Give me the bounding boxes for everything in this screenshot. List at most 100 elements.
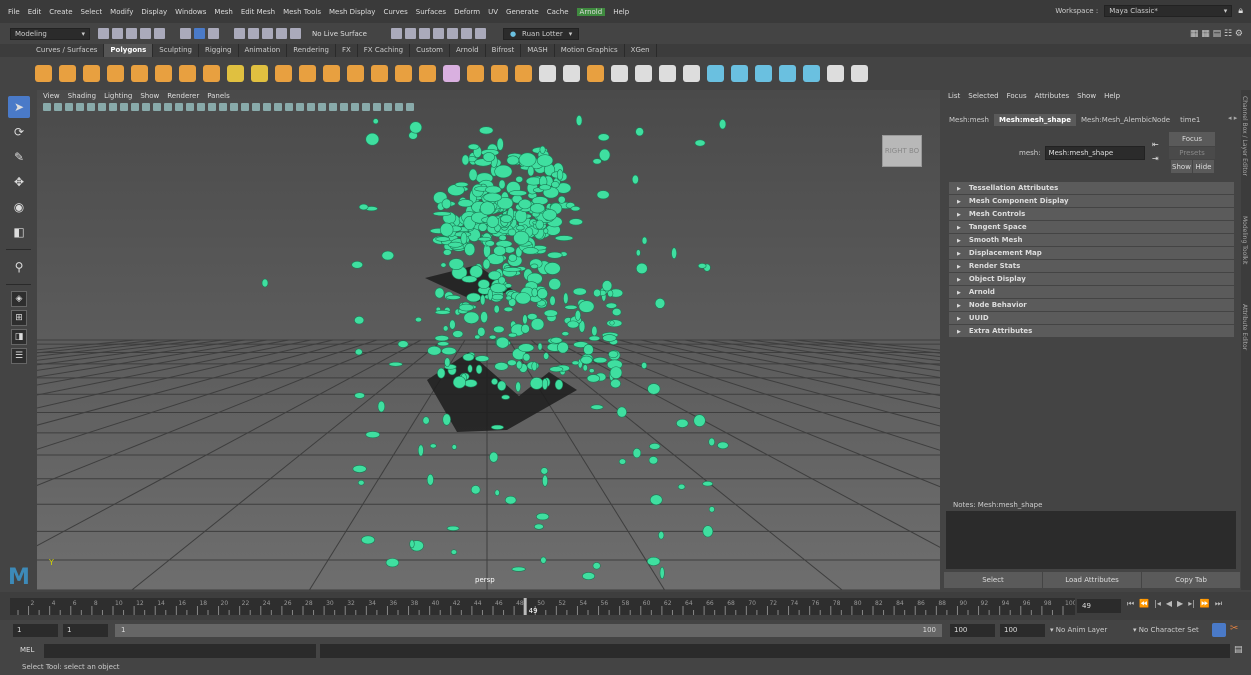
viewport-tool-icon[interactable] (263, 103, 271, 111)
shelf-tab-polygons[interactable]: Polygons (104, 44, 154, 57)
ae-tab-mesh-mesh[interactable]: Mesh:mesh (944, 114, 994, 126)
mesh-fragment[interactable] (549, 295, 556, 306)
shelf-tool-icon[interactable] (467, 65, 484, 82)
mesh-fragment[interactable] (601, 280, 613, 292)
mesh-fragment[interactable] (580, 355, 593, 365)
shelf-tool-icon[interactable] (659, 65, 676, 82)
mesh-fragment[interactable] (437, 341, 450, 347)
mesh-fragment[interactable] (351, 260, 364, 269)
ae-menu-show[interactable]: Show (1077, 92, 1096, 100)
focus-button[interactable]: Focus (1169, 132, 1215, 146)
ae-tab-mesh-mesh-shape[interactable]: Mesh:mesh_shape (994, 114, 1076, 126)
mesh-fragment[interactable] (361, 535, 375, 545)
mesh-fragment[interactable] (702, 525, 714, 538)
mesh-name-field[interactable]: Mesh:mesh_shape (1044, 146, 1145, 160)
mesh-fragment[interactable] (504, 495, 517, 505)
mesh-fragment[interactable] (702, 481, 714, 487)
mesh-fragment[interactable] (493, 304, 500, 314)
viewport-tool-icon[interactable] (131, 103, 139, 111)
mesh-fragment[interactable] (592, 562, 601, 570)
mesh-fragment[interactable] (539, 145, 546, 154)
mesh-fragment[interactable] (488, 334, 497, 340)
shelf-tab-rendering[interactable]: Rendering (287, 44, 336, 57)
menu-modify[interactable]: Modify (110, 8, 133, 16)
shelf-tool-icon[interactable] (323, 65, 340, 82)
mesh-fragment[interactable] (372, 118, 379, 125)
mesh-fragment[interactable] (542, 209, 557, 221)
shelf-tool-icon[interactable] (251, 65, 268, 82)
notes-field[interactable] (946, 511, 1236, 569)
shelf-tool-icon[interactable] (491, 65, 508, 82)
sidebar-toggle-icons[interactable]: ▦ ▦ ▤ ☷ ⚙ (1190, 29, 1243, 39)
mesh-fragment[interactable] (494, 362, 509, 371)
render-settings-icon[interactable] (432, 28, 444, 39)
mesh-fragment[interactable] (671, 247, 677, 260)
viewport-tool-icon[interactable] (208, 103, 216, 111)
viewport-tool-icon[interactable] (175, 103, 183, 111)
mesh-fragment[interactable] (503, 306, 514, 312)
mesh-fragment[interactable] (541, 378, 548, 390)
mesh-fragment[interactable] (556, 169, 564, 181)
viewport-3d[interactable]: View Shading Lighting Show Renderer Panels RI… (37, 90, 940, 590)
menu-surfaces[interactable]: Surfaces (416, 8, 446, 16)
ae-section-smooth-mesh[interactable]: Smooth Mesh (949, 234, 1234, 246)
ipr-render-icon[interactable] (418, 28, 430, 39)
mesh-fragment[interactable] (592, 158, 602, 165)
shelf-tool-icon[interactable] (611, 65, 628, 82)
mesh-fragment[interactable] (385, 558, 400, 568)
mesh-fragment[interactable] (694, 139, 706, 147)
shelf-tab-animation[interactable]: Animation (239, 44, 288, 57)
mesh-fragment[interactable] (659, 566, 665, 580)
mesh-fragment[interactable] (607, 289, 614, 298)
mesh-fragment[interactable] (467, 143, 480, 150)
mesh-fragment[interactable] (444, 357, 451, 368)
viewport-tool-icon[interactable] (384, 103, 392, 111)
shelf-tool-icon[interactable] (59, 65, 76, 82)
mesh-fragment[interactable] (434, 287, 445, 299)
hypershade-icon[interactable] (446, 28, 458, 39)
shelf-tab-motion-graphics[interactable]: Motion Graphics (555, 44, 625, 57)
shelf-tool-icon[interactable] (755, 65, 772, 82)
paint-select-icon[interactable]: ✎ (8, 146, 30, 168)
snap-view-icon[interactable] (276, 28, 287, 39)
mesh-fragment[interactable] (452, 376, 467, 389)
viewport-tool-icon[interactable] (76, 103, 84, 111)
mesh-fragment[interactable] (480, 294, 486, 306)
viewport-tool-icon[interactable] (318, 103, 326, 111)
side-tab-modeling-toolkit[interactable]: Modeling Toolkit (1241, 216, 1248, 264)
mesh-fragment[interactable] (501, 394, 510, 400)
mesh-fragment[interactable] (508, 253, 518, 262)
goto-input-icon[interactable]: ⇤ (1152, 140, 1159, 149)
mesh-fragment[interactable] (554, 235, 574, 242)
snap-point-icon[interactable] (262, 28, 273, 39)
mesh-fragment[interactable] (489, 451, 499, 463)
load-attributes-button[interactable]: Load Attributes (1043, 572, 1141, 588)
side-tab-channel-box-layer-editor[interactable]: Channel Box / Layer Editor (1241, 96, 1248, 176)
mesh-fragment[interactable] (543, 309, 558, 317)
shelf-tool-icon[interactable] (155, 65, 172, 82)
menu-uv[interactable]: UV (488, 8, 498, 16)
mesh-fragment[interactable] (561, 331, 570, 337)
mesh-fragment[interactable] (432, 211, 452, 217)
render-frame-icon[interactable] (404, 28, 416, 39)
mesh-fragment[interactable] (415, 317, 422, 323)
viewport-tool-icon[interactable] (307, 103, 315, 111)
mesh-fragment[interactable] (490, 424, 504, 430)
mesh-fragment[interactable] (571, 360, 580, 366)
mesh-fragment[interactable] (457, 199, 474, 208)
shelf-tool-icon[interactable] (227, 65, 244, 82)
hide-button[interactable]: Hide (1193, 160, 1214, 173)
mesh-fragment[interactable] (354, 348, 363, 356)
mesh-fragment[interactable] (460, 232, 468, 245)
viewport-menu-renderer[interactable]: Renderer (167, 92, 199, 100)
select-button[interactable]: Select (944, 572, 1042, 588)
mesh-fragment[interactable] (530, 263, 539, 269)
ae-menu-help[interactable]: Help (1104, 92, 1120, 100)
menu-file[interactable]: File (8, 8, 20, 16)
step-back-icon[interactable]: |◂ (1154, 599, 1161, 609)
menu-mesh[interactable]: Mesh (214, 8, 232, 16)
viewport-tool-icon[interactable] (274, 103, 282, 111)
viewport-tool-icon[interactable] (54, 103, 62, 111)
mesh-fragment[interactable] (441, 346, 457, 355)
mesh-fragment[interactable] (500, 214, 513, 223)
